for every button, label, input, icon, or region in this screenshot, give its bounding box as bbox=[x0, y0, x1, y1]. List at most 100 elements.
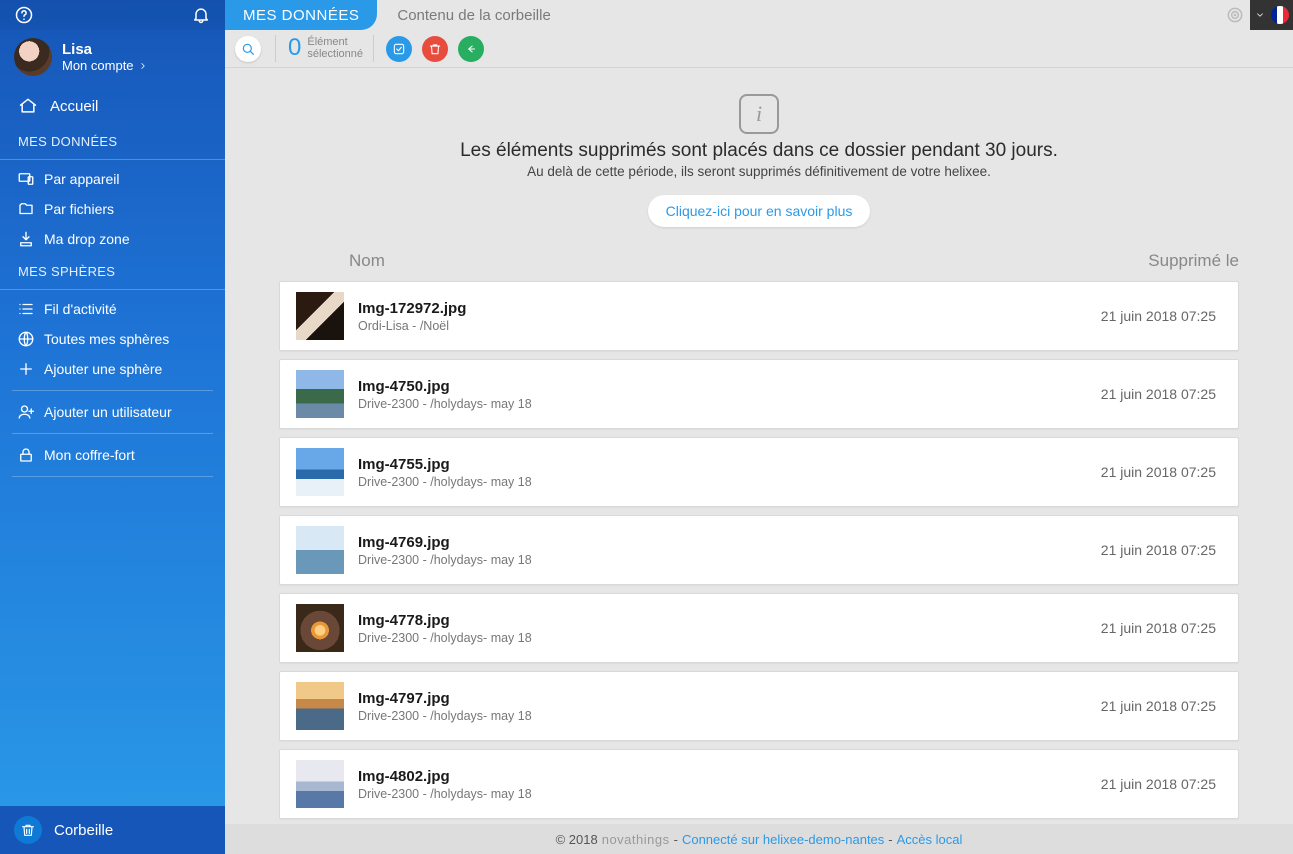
file-name: Img-4755.jpg bbox=[358, 456, 1087, 473]
table-row[interactable]: Img-4797.jpg Drive-2300 - /holydays- may … bbox=[279, 671, 1239, 741]
file-name: Img-4797.jpg bbox=[358, 690, 1087, 707]
nav-by-files[interactable]: Par fichiers bbox=[0, 194, 225, 224]
thumbnail bbox=[296, 682, 344, 730]
divider bbox=[12, 433, 213, 434]
nav-activity-label: Fil d'activité bbox=[44, 301, 117, 317]
tab-mes-donnees[interactable]: MES DONNÉES bbox=[225, 0, 377, 30]
table-row[interactable]: Img-4769.jpg Drive-2300 - /holydays- may … bbox=[279, 515, 1239, 585]
nav-all-spheres-label: Toutes mes sphères bbox=[44, 331, 169, 347]
file-path: Drive-2300 - /holydays- may 18 bbox=[358, 553, 1087, 567]
restore-button[interactable] bbox=[458, 36, 484, 62]
row-text: Img-4750.jpg Drive-2300 - /holydays- may … bbox=[358, 378, 1087, 411]
list-icon bbox=[16, 300, 36, 318]
file-name: Img-4802.jpg bbox=[358, 768, 1087, 785]
user-account-link[interactable]: Lisa Mon compte bbox=[0, 30, 225, 86]
content[interactable]: i Les éléments supprimés sont placés dan… bbox=[225, 68, 1293, 854]
delete-button[interactable] bbox=[422, 36, 448, 62]
nav-add-user-label: Ajouter un utilisateur bbox=[44, 404, 172, 420]
info-box: i Les éléments supprimés sont placés dan… bbox=[225, 68, 1293, 245]
file-path: Drive-2300 - /holydays- may 18 bbox=[358, 397, 1087, 411]
thumbnail bbox=[296, 760, 344, 808]
divider bbox=[12, 390, 213, 391]
footer-access[interactable]: Accès local bbox=[897, 832, 963, 847]
file-name: Img-4778.jpg bbox=[358, 612, 1087, 629]
chevron-right-icon bbox=[138, 61, 148, 71]
table-row[interactable]: Img-172972.jpg Ordi-Lisa - /Noël 21 juin 2… bbox=[279, 281, 1239, 351]
info-icon: i bbox=[739, 94, 779, 134]
language-dropdown[interactable] bbox=[1250, 0, 1293, 30]
nav-all-spheres[interactable]: Toutes mes sphères bbox=[0, 324, 225, 354]
nav: Accueil MES DONNÉES Par appareil Par fic… bbox=[0, 86, 225, 485]
plus-icon bbox=[16, 360, 36, 378]
deleted-date: 21 juin 2018 07:25 bbox=[1101, 542, 1222, 558]
thumbnail bbox=[296, 370, 344, 418]
nav-add-user[interactable]: Ajouter un utilisateur bbox=[0, 397, 225, 427]
nav-trash-label: Corbeille bbox=[54, 822, 113, 839]
deleted-date: 21 juin 2018 07:25 bbox=[1101, 776, 1222, 792]
select-all-button[interactable] bbox=[386, 36, 412, 62]
selection-count-number: 0 bbox=[288, 35, 301, 61]
file-path: Ordi-Lisa - /Noël bbox=[358, 319, 1087, 333]
column-deleted[interactable]: Supprimé le bbox=[1049, 251, 1239, 271]
device-icon bbox=[16, 170, 36, 188]
info-subtitle: Au delà de cette période, ils seront sup… bbox=[245, 164, 1273, 179]
section-mes-spheres: MES SPHÈRES bbox=[0, 254, 225, 290]
column-name[interactable]: Nom bbox=[299, 251, 1049, 271]
nav-dropzone[interactable]: Ma drop zone bbox=[0, 224, 225, 254]
file-path: Drive-2300 - /holydays- may 18 bbox=[358, 709, 1087, 723]
thumbnail bbox=[296, 526, 344, 574]
deleted-date: 21 juin 2018 07:25 bbox=[1101, 698, 1222, 714]
table-row[interactable]: Img-4778.jpg Drive-2300 - /holydays- may … bbox=[279, 593, 1239, 663]
help-icon[interactable] bbox=[14, 5, 34, 25]
files-icon bbox=[16, 200, 36, 218]
thumbnail bbox=[296, 448, 344, 496]
bell-icon[interactable] bbox=[191, 5, 211, 25]
deleted-date: 21 juin 2018 07:25 bbox=[1101, 386, 1222, 402]
sidebar-topbar bbox=[0, 0, 225, 30]
file-path: Drive-2300 - /holydays- may 18 bbox=[358, 631, 1087, 645]
divider bbox=[12, 476, 213, 477]
nav-add-sphere[interactable]: Ajouter une sphère bbox=[0, 354, 225, 384]
trash-icon bbox=[14, 816, 42, 844]
chevron-down-icon bbox=[1255, 10, 1265, 20]
topbar: MES DONNÉES Contenu de la corbeille bbox=[225, 0, 1293, 30]
nav-by-device[interactable]: Par appareil bbox=[0, 164, 225, 194]
table-row[interactable]: Img-4750.jpg Drive-2300 - /holydays- may … bbox=[279, 359, 1239, 429]
flag-fr-icon bbox=[1271, 6, 1289, 24]
table-row[interactable]: Img-4802.jpg Drive-2300 - /holydays- may … bbox=[279, 749, 1239, 819]
thumbnail bbox=[296, 604, 344, 652]
deleted-date: 21 juin 2018 07:25 bbox=[1101, 620, 1222, 636]
nav-by-device-label: Par appareil bbox=[44, 171, 120, 187]
rows-container: Img-172972.jpg Ordi-Lisa - /Noël 21 juin 2… bbox=[229, 281, 1289, 854]
deleted-date: 21 juin 2018 07:25 bbox=[1101, 308, 1222, 324]
nav-add-sphere-label: Ajouter une sphère bbox=[44, 361, 162, 377]
lock-icon bbox=[16, 446, 36, 464]
home-icon bbox=[18, 96, 38, 116]
file-name: Img-4750.jpg bbox=[358, 378, 1087, 395]
account-label: Mon compte bbox=[62, 58, 148, 73]
row-text: Img-4778.jpg Drive-2300 - /holydays- may … bbox=[358, 612, 1087, 645]
nav-activity[interactable]: Fil d'activité bbox=[0, 294, 225, 324]
file-path: Drive-2300 - /holydays- may 18 bbox=[358, 787, 1087, 801]
nav-dropzone-label: Ma drop zone bbox=[44, 231, 130, 247]
selection-count: 0 Élément sélectionné bbox=[275, 35, 374, 61]
file-name: Img-172972.jpg bbox=[358, 300, 1087, 317]
footer-connected[interactable]: Connecté sur helixee-demo-nantes bbox=[682, 832, 884, 847]
file-name: Img-4769.jpg bbox=[358, 534, 1087, 551]
section-mes-donnees: MES DONNÉES bbox=[0, 124, 225, 160]
thumbnail bbox=[296, 292, 344, 340]
footer-brand[interactable]: novathings bbox=[602, 832, 670, 847]
nav-trash[interactable]: Corbeille bbox=[0, 806, 225, 854]
nav-home[interactable]: Accueil bbox=[0, 88, 225, 124]
row-text: Img-4769.jpg Drive-2300 - /holydays- may … bbox=[358, 534, 1087, 567]
row-text: Img-4797.jpg Drive-2300 - /holydays- may … bbox=[358, 690, 1087, 723]
globe-icon bbox=[16, 330, 36, 348]
nav-by-files-label: Par fichiers bbox=[44, 201, 114, 217]
target-icon[interactable] bbox=[1220, 0, 1250, 30]
nav-vault[interactable]: Mon coffre-fort bbox=[0, 440, 225, 470]
table-row[interactable]: Img-4755.jpg Drive-2300 - /holydays- may … bbox=[279, 437, 1239, 507]
search-button[interactable] bbox=[235, 36, 261, 62]
row-text: Img-4755.jpg Drive-2300 - /holydays- may … bbox=[358, 456, 1087, 489]
learn-more-button[interactable]: Cliquez-ici pour en savoir plus bbox=[648, 195, 871, 227]
file-path: Drive-2300 - /holydays- may 18 bbox=[358, 475, 1087, 489]
